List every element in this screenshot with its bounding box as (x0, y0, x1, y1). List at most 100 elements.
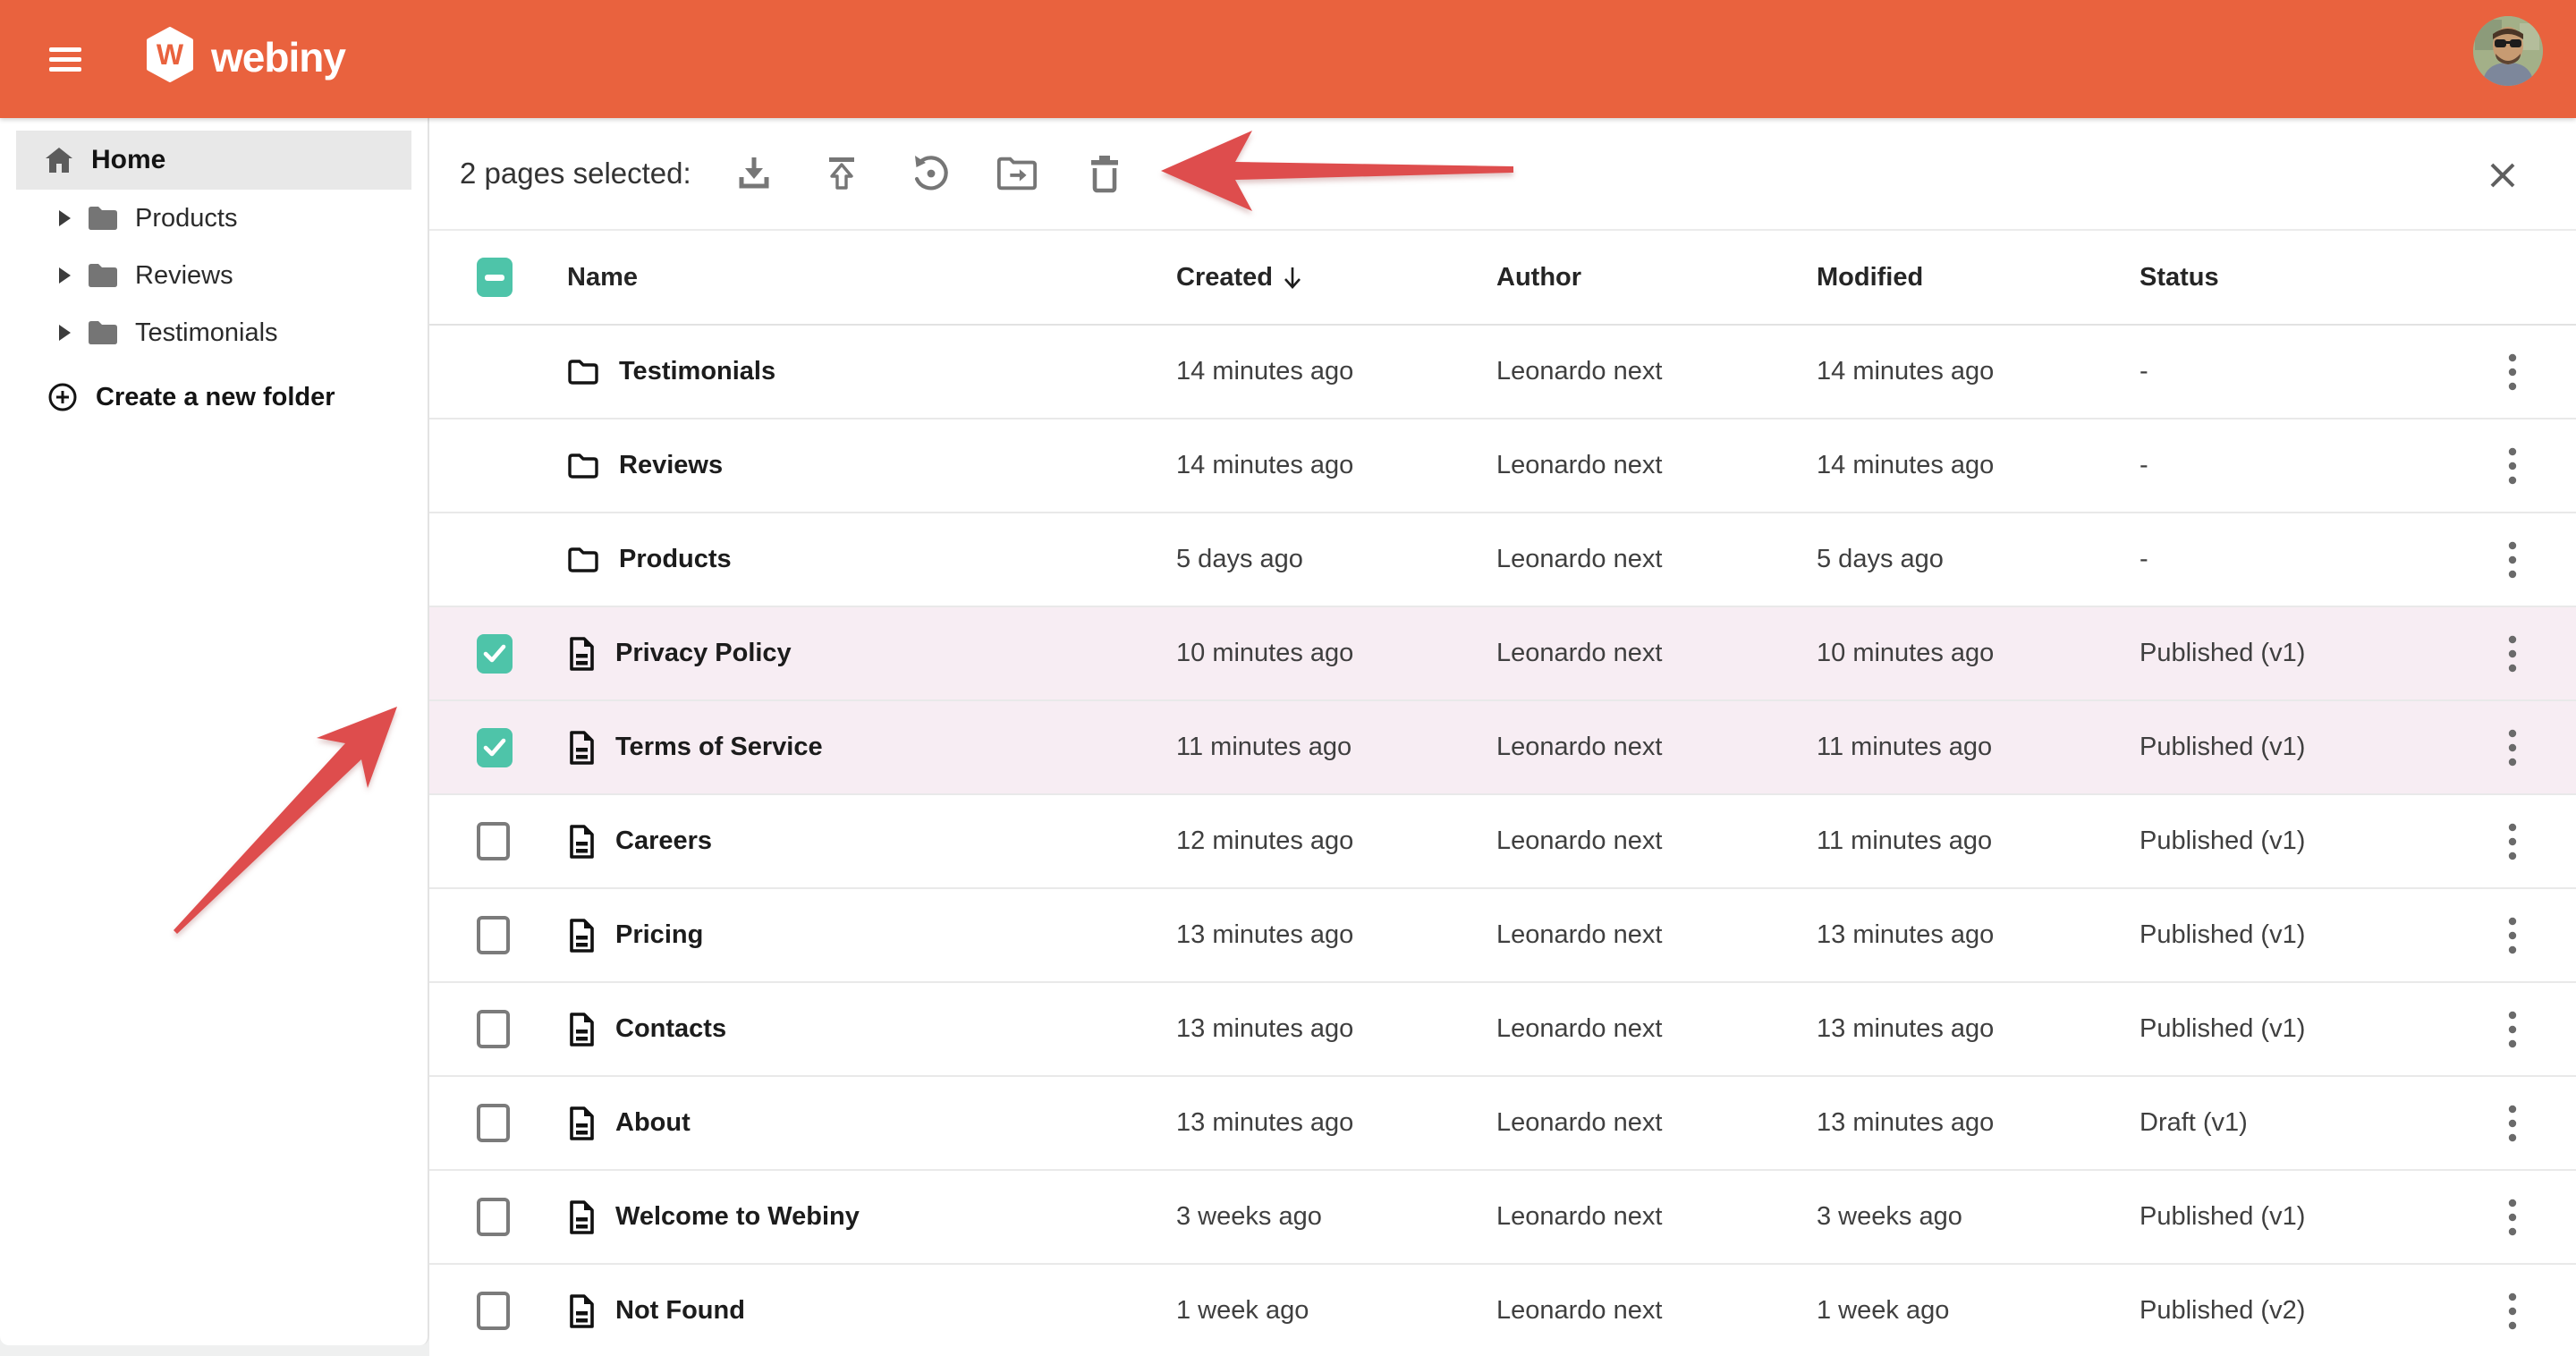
row-modified: 1 week ago (1817, 1296, 2140, 1326)
row-checkbox[interactable] (477, 822, 510, 860)
kebab-menu-icon (2508, 352, 2517, 392)
table-row[interactable]: Pricing 13 minutes ago Leonardo next 13 … (429, 889, 2576, 983)
row-name: Products (619, 545, 732, 574)
row-status: Published (v1) (2140, 920, 2449, 950)
column-header-status[interactable]: Status (2140, 263, 2449, 292)
publish-icon (820, 152, 863, 195)
table-row[interactable]: Privacy Policy 10 minutes ago Leonardo n… (429, 607, 2576, 701)
publish-button[interactable] (820, 152, 863, 195)
circle-plus-icon (47, 382, 78, 412)
table-row[interactable]: Careers 12 minutes ago Leonardo next 11 … (429, 795, 2576, 889)
chevron-right-icon (59, 210, 71, 226)
row-checkbox[interactable] (477, 1292, 510, 1330)
sidebar-item-home[interactable]: Home (16, 131, 411, 190)
webiny-logo-icon: W (145, 27, 195, 82)
table-row[interactable]: Reviews 14 minutes ago Leonardo next 14 … (429, 420, 2576, 513)
row-name: Testimonials (619, 357, 775, 386)
app-header: W webiny (0, 0, 2576, 118)
download-icon (733, 152, 775, 195)
column-header-modified[interactable]: Modified (1817, 263, 2140, 292)
row-checkbox[interactable] (477, 1010, 510, 1048)
row-author: Leonardo next (1496, 733, 1817, 762)
row-menu-button[interactable] (2493, 1004, 2532, 1055)
download-button[interactable] (733, 152, 775, 195)
row-menu-button[interactable] (2493, 629, 2532, 679)
delete-icon (1085, 152, 1124, 195)
row-menu-button[interactable] (2493, 911, 2532, 961)
row-menu-button[interactable] (2493, 1098, 2532, 1148)
row-checkbox[interactable] (477, 1104, 510, 1142)
brand-wordmark: webiny (211, 30, 345, 84)
row-status: Published (v2) (2140, 1296, 2449, 1326)
table-row[interactable]: Welcome to Webiny 3 weeks ago Leonardo n… (429, 1171, 2576, 1265)
kebab-menu-icon (2508, 634, 2517, 674)
document-icon (567, 918, 596, 953)
sort-desc-arrow-icon (1282, 265, 1303, 290)
table-row[interactable]: Products 5 days ago Leonardo next 5 days… (429, 513, 2576, 607)
column-header-author[interactable]: Author (1496, 263, 1817, 292)
row-author: Leonardo next (1496, 451, 1817, 480)
close-selection-button[interactable] (2485, 157, 2521, 193)
row-menu-button[interactable] (2493, 347, 2532, 397)
sidebar-item-testimonials[interactable]: Testimonials (0, 304, 428, 361)
delete-button[interactable] (1083, 152, 1126, 195)
row-menu-button[interactable] (2493, 441, 2532, 491)
kebab-menu-icon (2508, 1292, 2517, 1331)
sidebar-item-reviews[interactable]: Reviews (0, 247, 428, 304)
row-name: Contacts (615, 1014, 726, 1044)
row-status: Published (v1) (2140, 733, 2449, 762)
row-menu-button[interactable] (2493, 1286, 2532, 1336)
table-row[interactable]: Not Found 1 week ago Leonardo next 1 wee… (429, 1265, 2576, 1356)
row-created: 13 minutes ago (1176, 1108, 1496, 1138)
document-icon (567, 1106, 596, 1141)
row-author: Leonardo next (1496, 545, 1817, 574)
row-status: Published (v1) (2140, 826, 2449, 856)
select-all-checkbox[interactable] (477, 258, 513, 297)
row-created: 1 week ago (1176, 1296, 1496, 1326)
row-menu-button[interactable] (2493, 535, 2532, 585)
user-avatar[interactable] (2473, 16, 2543, 86)
table-row[interactable]: Testimonials 14 minutes ago Leonardo nex… (429, 326, 2576, 420)
row-modified: 10 minutes ago (1817, 639, 2140, 668)
bulk-actions-toolbar: 2 pages selected: (429, 118, 2576, 231)
row-checkbox[interactable] (477, 1198, 510, 1236)
row-menu-button[interactable] (2493, 1192, 2532, 1242)
row-name: Privacy Policy (615, 639, 792, 668)
row-name: About (615, 1108, 691, 1138)
folder-icon (567, 359, 599, 386)
row-checkbox[interactable] (477, 634, 513, 674)
row-author: Leonardo next (1496, 1296, 1817, 1326)
row-created: 3 weeks ago (1176, 1202, 1496, 1232)
sidebar-item-products[interactable]: Products (0, 190, 428, 247)
row-author: Leonardo next (1496, 1014, 1817, 1044)
row-author: Leonardo next (1496, 1202, 1817, 1232)
column-header-created[interactable]: Created (1176, 263, 1496, 292)
sidebar-home-label: Home (91, 145, 165, 175)
move-to-folder-icon (996, 154, 1038, 193)
sidebar-folder-label: Testimonials (135, 318, 278, 348)
row-created: 13 minutes ago (1176, 1014, 1496, 1044)
table-row[interactable]: About 13 minutes ago Leonardo next 13 mi… (429, 1077, 2576, 1171)
document-icon (567, 1012, 596, 1047)
create-folder-label: Create a new folder (96, 383, 335, 412)
sidebar-folder-label: Products (135, 204, 237, 233)
move-to-folder-button[interactable] (996, 152, 1038, 195)
row-checkbox[interactable] (477, 916, 510, 954)
svg-text:W: W (157, 38, 184, 71)
row-created: 11 minutes ago (1176, 733, 1496, 762)
chevron-right-icon (59, 267, 71, 284)
menu-button[interactable] (49, 42, 83, 76)
row-menu-button[interactable] (2493, 817, 2532, 867)
create-folder-button[interactable]: Create a new folder (0, 370, 341, 424)
restore-revision-button[interactable] (908, 152, 951, 195)
column-header-name[interactable]: Name (567, 263, 1176, 292)
row-checkbox[interactable] (477, 728, 513, 767)
row-menu-button[interactable] (2493, 723, 2532, 773)
table-row[interactable]: Contacts 13 minutes ago Leonardo next 13… (429, 983, 2576, 1077)
document-icon (567, 1199, 596, 1235)
table-row[interactable]: Terms of Service 11 minutes ago Leonardo… (429, 701, 2576, 795)
avatar-photo (2473, 16, 2543, 86)
folder-icon (87, 320, 119, 345)
row-modified: 11 minutes ago (1817, 733, 2140, 762)
row-status: - (2140, 357, 2449, 386)
